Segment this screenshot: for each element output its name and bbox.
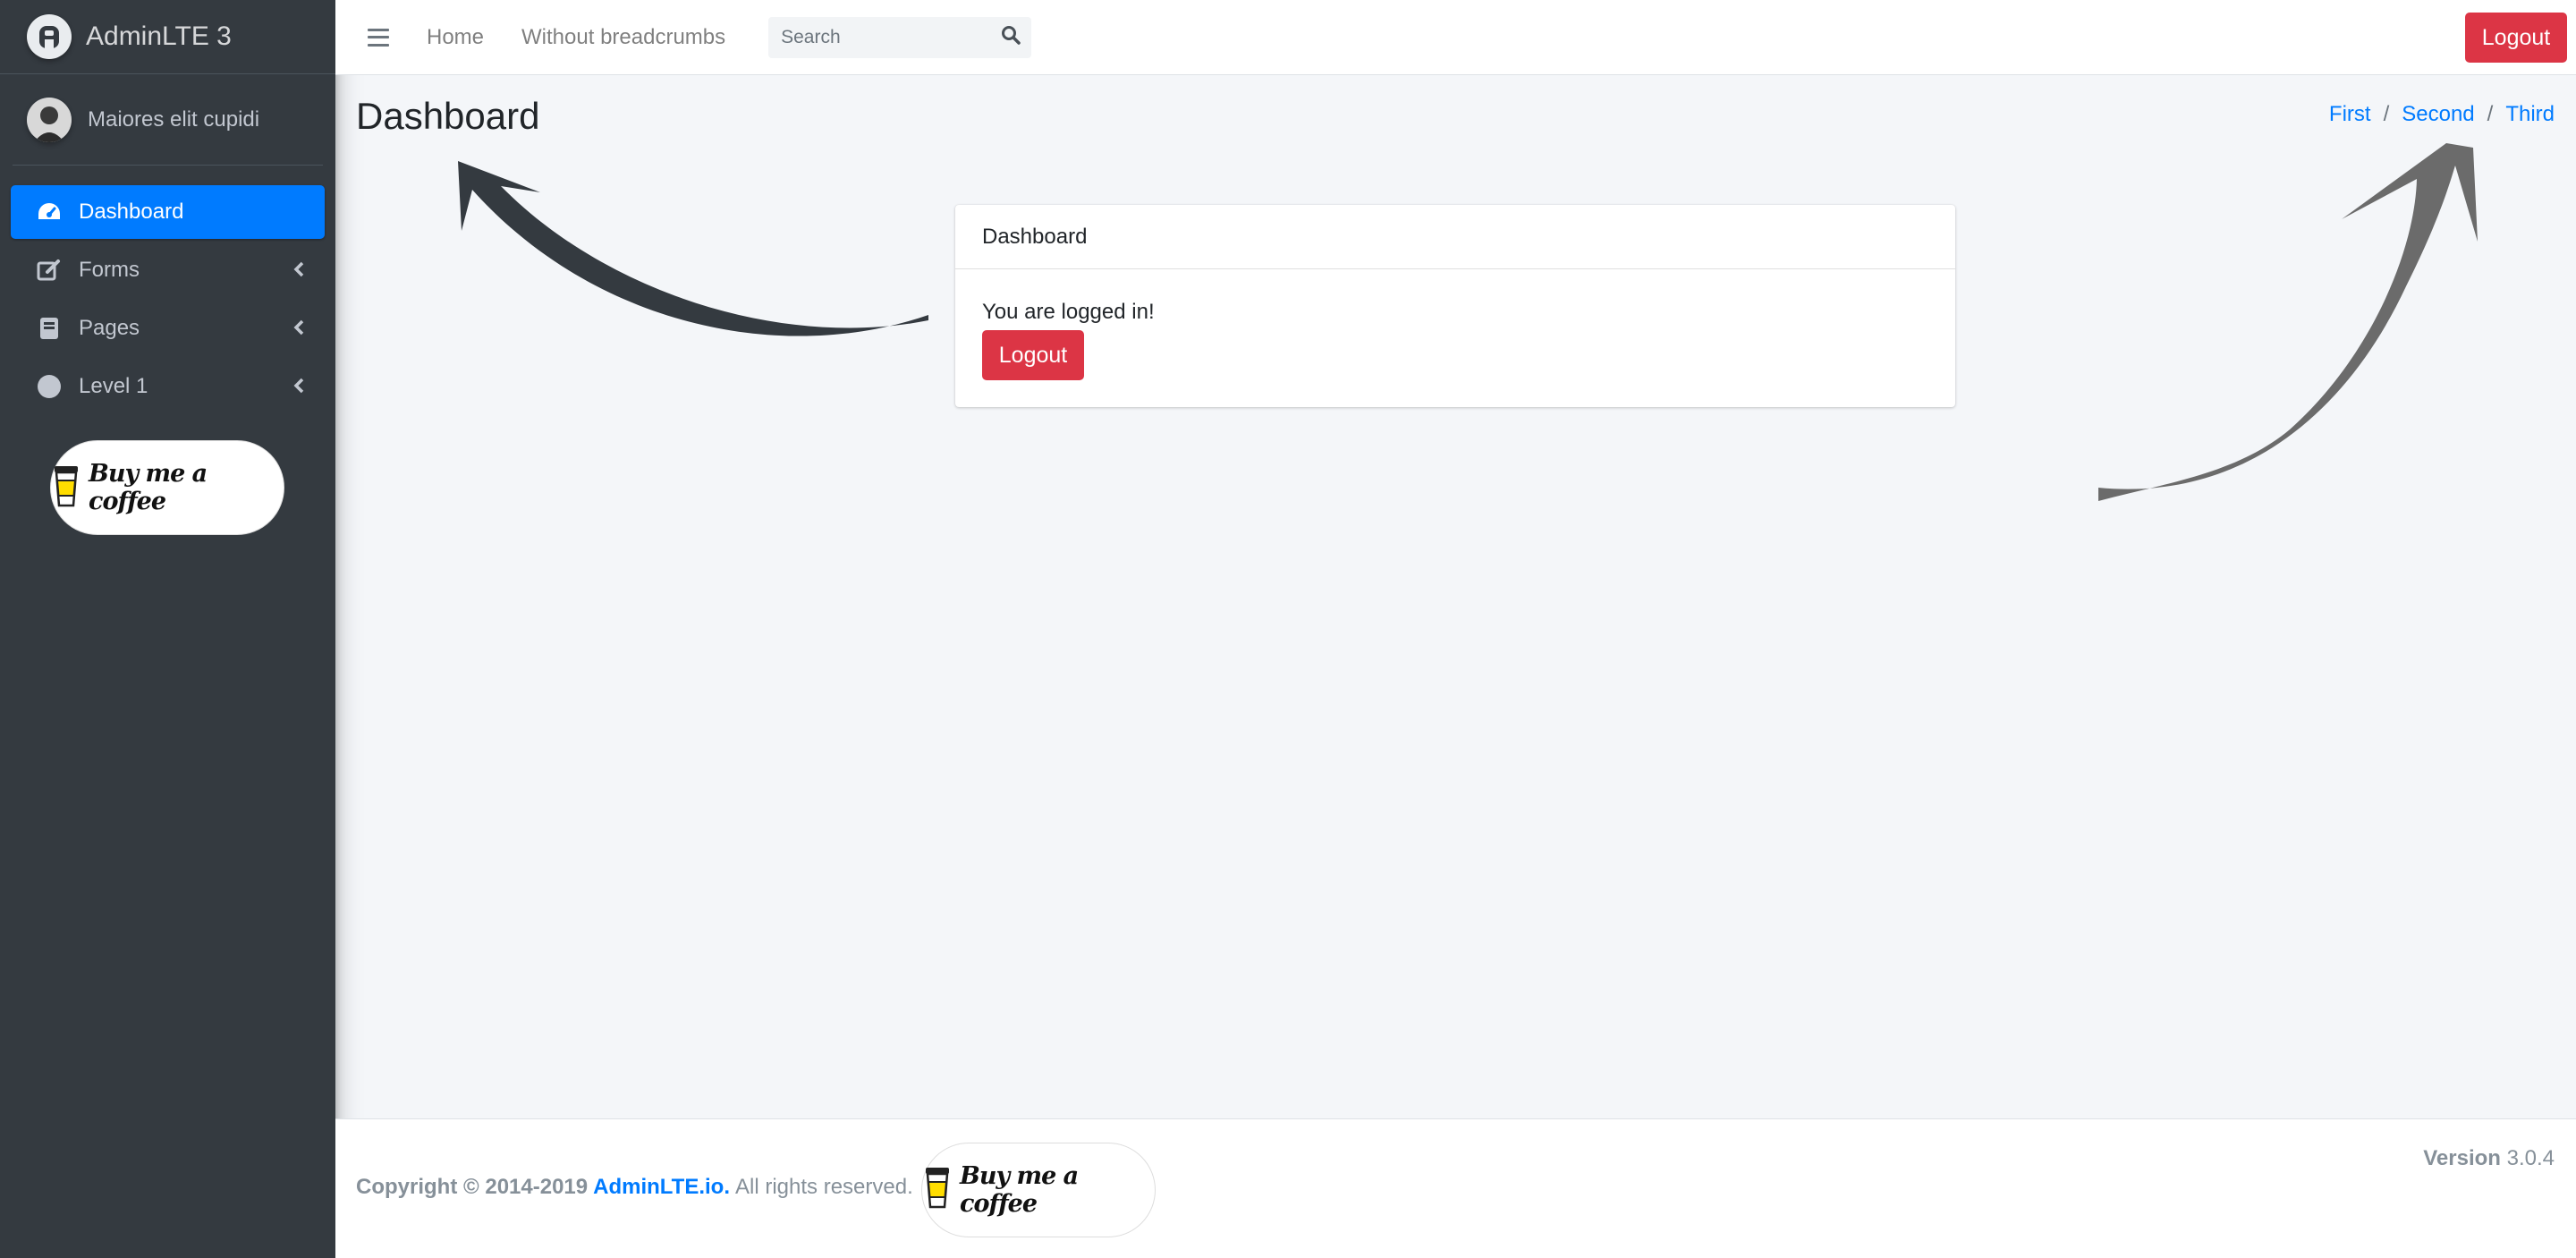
- nav-link-without-breadcrumbs[interactable]: Without breadcrumbs: [521, 25, 725, 50]
- breadcrumb-item-first[interactable]: First: [2329, 102, 2371, 127]
- copyright-text: Copyright © 2014-2019: [356, 1175, 589, 1199]
- book-icon: [36, 315, 63, 342]
- circle-icon: [36, 373, 63, 400]
- buy-me-a-coffee-button[interactable]: Buy me a coffee: [50, 440, 284, 535]
- dashboard-card: Dashboard You are logged in! Logout: [955, 205, 1955, 407]
- card-body: You are logged in! Logout: [955, 269, 1955, 411]
- chevron-left-icon: [292, 259, 305, 285]
- arrow-to-title-icon: [458, 161, 928, 336]
- tachometer-icon: [36, 199, 63, 225]
- sidebar-item-pages[interactable]: Pages: [11, 302, 325, 355]
- footer-buy-me-a-coffee-button[interactable]: Buy me a coffee: [921, 1143, 1156, 1237]
- adminlte-link[interactable]: AdminLTE.io.: [593, 1175, 730, 1200]
- search-icon[interactable]: [1001, 25, 1021, 49]
- user-name: Maiores elit cupidi: [88, 106, 260, 132]
- coffee-cup-icon: [51, 463, 81, 513]
- card-header: Dashboard: [955, 205, 1955, 269]
- coffee-label: Buy me a coffee: [89, 460, 208, 515]
- sidebar-nav: Dashboard Forms Pages Level 1: [0, 166, 335, 413]
- breadcrumb: First / Second / Third: [2329, 102, 2555, 127]
- main-footer: Copyright © 2014-2019 AdminLTE.io. All r…: [335, 1118, 2576, 1258]
- sidebar-item-dashboard[interactable]: Dashboard: [11, 185, 325, 239]
- sidebar-item-label: Forms: [79, 258, 140, 282]
- sidebar-item-label: Dashboard: [79, 200, 184, 224]
- coffee-cup-icon: [922, 1165, 953, 1216]
- brand-text: AdminLTE 3: [86, 21, 232, 51]
- breadcrumb-separator: /: [2383, 102, 2390, 126]
- sidebar-item-label: Level 1: [79, 374, 148, 398]
- coffee-label: Buy me a coffee: [960, 1162, 1079, 1218]
- rights-text: All rights reserved.: [735, 1175, 913, 1199]
- sidebar-item-label: Pages: [79, 316, 140, 340]
- arrow-to-breadcrumb-icon: [2098, 143, 2478, 501]
- breadcrumb-item-third[interactable]: Third: [2505, 102, 2555, 127]
- user-panel[interactable]: Maiores elit cupidi: [13, 74, 323, 166]
- sidebar-item-forms[interactable]: Forms: [11, 243, 325, 297]
- logged-in-message: You are logged in!: [982, 300, 1155, 324]
- adminlte-logo-icon: [27, 14, 72, 59]
- footer-copyright: Copyright © 2014-2019 AdminLTE.io. All r…: [356, 1175, 913, 1200]
- edit-icon: [36, 257, 63, 284]
- breadcrumb-separator: /: [2487, 102, 2494, 126]
- version-number: 3.0.4: [2506, 1146, 2555, 1170]
- page-title: Dashboard: [356, 95, 540, 137]
- sidebar-item-level-1[interactable]: Level 1: [11, 360, 325, 413]
- footer-version: Version 3.0.4: [2423, 1146, 2555, 1171]
- chevron-left-icon: [292, 318, 305, 343]
- search-input[interactable]: [781, 26, 979, 48]
- card-logout-button[interactable]: Logout: [982, 330, 1084, 380]
- version-label: Version: [2423, 1146, 2501, 1170]
- main-sidebar: AdminLTE 3 Maiores elit cupidi Dashboard…: [0, 0, 335, 1258]
- brand-link[interactable]: AdminLTE 3: [0, 0, 335, 74]
- navbar-search: [768, 16, 1032, 58]
- top-navbar: Home Without breadcrumbs Logout: [335, 0, 2576, 75]
- nav-link-home[interactable]: Home: [427, 25, 484, 50]
- hamburger-menu-icon[interactable]: [368, 28, 389, 47]
- breadcrumb-item-second[interactable]: Second: [2402, 102, 2474, 127]
- chevron-left-icon: [292, 376, 305, 401]
- top-logout-button[interactable]: Logout: [2465, 13, 2567, 63]
- annotation-arrows: [458, 143, 2478, 501]
- avatar: [27, 97, 72, 142]
